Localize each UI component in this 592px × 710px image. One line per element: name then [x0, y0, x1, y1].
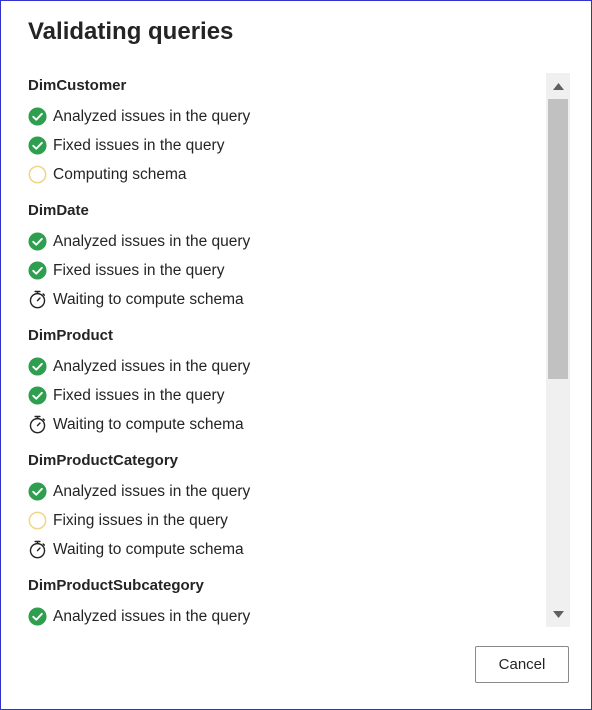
status-step-label: Fixed issues in the query — [53, 386, 225, 404]
scroll-up-arrow-icon[interactable] — [546, 75, 570, 97]
spinner-icon — [28, 165, 47, 184]
status-step: Analyzed issues in the query — [28, 352, 546, 381]
check-circle-icon — [28, 107, 47, 126]
query-name: DimProductCategory — [28, 452, 179, 469]
status-step: Waiting to compute schema — [28, 285, 546, 314]
status-step: Waiting to compute schema — [28, 535, 546, 564]
status-step-label: Computing schema — [53, 165, 187, 183]
validating-queries-dialog: Validating queries DimCustomer Analyzed i… — [0, 0, 592, 710]
status-step: Fixing issues in the query — [28, 506, 546, 535]
stopwatch-icon — [28, 415, 47, 434]
status-step-label: Waiting to compute schema — [53, 540, 244, 558]
vertical-scrollbar[interactable] — [546, 73, 570, 627]
check-circle-icon — [28, 261, 47, 280]
status-step-label: Analyzed issues in the query — [53, 357, 251, 375]
query-group: DimCustomer Analyzed issues in the query F… — [28, 73, 546, 189]
status-step: Analyzed issues in the query — [28, 602, 546, 627]
query-group: DimProductSubcategory Analyzed issues in … — [28, 573, 546, 627]
status-step: Analyzed issues in the query — [28, 227, 546, 256]
status-step: Fixed issues in the query — [28, 131, 546, 160]
query-name: DimCustomer — [28, 77, 127, 94]
query-group: DimProduct Analyzed issues in the query Fi… — [28, 323, 546, 439]
status-step: Fixed issues in the query — [28, 381, 546, 410]
query-name: DimProduct — [28, 327, 114, 344]
check-circle-icon — [28, 136, 47, 155]
stopwatch-icon — [28, 540, 47, 559]
scrollbar-thumb[interactable] — [548, 99, 568, 379]
status-step-label: Analyzed issues in the query — [53, 482, 251, 500]
status-step-label: Waiting to compute schema — [53, 290, 244, 308]
status-step: Fixed issues in the query — [28, 256, 546, 285]
status-step: Analyzed issues in the query — [28, 102, 546, 131]
status-step-label: Fixing issues in the query — [53, 511, 228, 529]
check-circle-icon — [28, 232, 47, 251]
status-step: Computing schema — [28, 160, 546, 189]
status-step-label: Analyzed issues in the query — [53, 607, 251, 625]
scroll-down-arrow-icon[interactable] — [546, 603, 570, 625]
check-circle-icon — [28, 607, 47, 626]
query-group: DimProductCategory Analyzed issues in the… — [28, 448, 546, 564]
spinner-icon — [28, 511, 47, 530]
status-step-label: Fixed issues in the query — [53, 136, 225, 154]
check-circle-icon — [28, 386, 47, 405]
query-name: DimProductSubcategory — [28, 577, 204, 594]
status-step-label: Waiting to compute schema — [53, 415, 244, 433]
check-circle-icon — [28, 357, 47, 376]
query-group: DimDate Analyzed issues in the query Fixed… — [28, 198, 546, 314]
dialog-title: Validating queries — [28, 18, 234, 45]
status-step: Waiting to compute schema — [28, 410, 546, 439]
cancel-button[interactable]: Cancel — [475, 646, 569, 683]
status-step-label: Analyzed issues in the query — [53, 107, 251, 125]
status-step-label: Analyzed issues in the query — [53, 232, 251, 250]
stopwatch-icon — [28, 290, 47, 309]
query-status-list[interactable]: DimCustomer Analyzed issues in the query F… — [28, 73, 546, 627]
status-step-label: Fixed issues in the query — [53, 261, 225, 279]
query-name: DimDate — [28, 202, 89, 219]
check-circle-icon — [28, 482, 47, 501]
status-step: Analyzed issues in the query — [28, 477, 546, 506]
